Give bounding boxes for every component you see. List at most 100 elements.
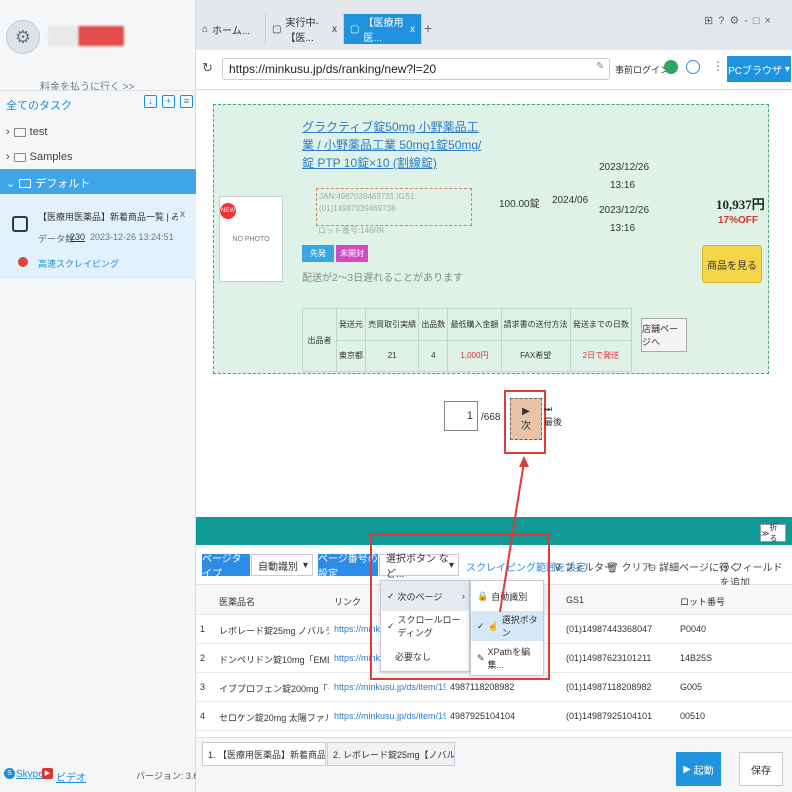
seller-header: 最低購入金額 — [447, 308, 502, 341]
page-total: /668 — [481, 412, 501, 423]
column-header[interactable]: ロット番号 — [680, 595, 725, 608]
all-tasks-heading[interactable]: 全てのタスク — [6, 97, 72, 113]
see-product-button[interactable]: 商品を見る — [702, 245, 762, 283]
menu-highlight-frame — [370, 534, 550, 680]
seller-value: FAX希望 — [500, 339, 571, 372]
column-header[interactable]: 医薬品名 — [219, 595, 255, 608]
pc-browser-button[interactable]: PCブラウザ ▾ — [727, 56, 791, 82]
cell-lot[interactable]: 14B25S — [680, 653, 712, 663]
bottom-tab-2[interactable]: 2. レボレード錠25mg【ノバルティ... — [327, 742, 455, 766]
listed-date: 2023/12/26 — [599, 162, 650, 173]
home-icon: ⌂ — [202, 23, 209, 35]
speed-icon — [18, 257, 28, 267]
document-icon: ▢ — [272, 23, 282, 35]
seller-value: 2日で発送 — [569, 339, 633, 372]
skype-link[interactable]: Skype — [16, 769, 44, 780]
page-type-label: ページタイプ — [202, 554, 250, 580]
cell-gs1[interactable]: (01)14987925104101 — [566, 711, 652, 721]
cell-name[interactable]: レボレード錠25mg ノバルティス... — [219, 624, 329, 637]
sidebar-item-test[interactable]: › test — [6, 126, 47, 138]
tag-original: 先発 — [302, 245, 334, 262]
cell-lot[interactable]: P0040 — [680, 624, 706, 634]
seller-header: 発送元 — [335, 308, 367, 341]
store-page-button[interactable]: 店舗ページへ — [641, 318, 687, 352]
seller-header: 請求書の送付方法 — [500, 308, 571, 341]
sidebar-item-samples[interactable]: › Samples — [6, 151, 72, 163]
skype-icon[interactable]: S — [4, 768, 15, 779]
save-button[interactable]: 保存 — [739, 752, 783, 786]
last-arrow-icon: ⏭ — [544, 404, 553, 414]
clear-button[interactable]: 🗑 クリア — [606, 559, 651, 574]
folder-icon — [19, 178, 32, 188]
fold-button[interactable]: ≫ 折る — [760, 523, 786, 543]
cell-gs1[interactable]: (01)14987443368047 — [566, 624, 652, 634]
more-menu-icon[interactable]: ⋮ — [712, 59, 724, 73]
tab-running[interactable]: ▢ 実行中-【医... x — [266, 14, 344, 44]
page-number-input[interactable]: 1 — [444, 401, 478, 431]
filter-button[interactable]: ⊽ フィルター — [554, 559, 614, 574]
cell-name[interactable]: イブプロフェン錠200mg「タイヨ... — [219, 682, 329, 695]
close-icon[interactable]: x — [332, 24, 337, 35]
seller-value: 1,000円 — [447, 339, 502, 372]
new-tab-icon[interactable]: + — [424, 20, 432, 36]
window-controls[interactable]: ⊞?⚙-□× — [704, 14, 776, 27]
detail-icon: ⊝ — [648, 563, 657, 574]
column-header[interactable]: GS1 — [566, 595, 584, 605]
sidebar-item-default-label[interactable]: ⌄ デフォルト — [6, 175, 90, 191]
folder-icon — [13, 152, 26, 162]
cell-link[interactable]: https://minkusu.jp/ds/item/1969644 — [334, 682, 446, 692]
jan-code: JAN:4987039469731 /GS1:(01)1498703946973… — [316, 188, 472, 226]
edit-icon[interactable]: ✎ — [596, 61, 604, 72]
new-task-icon[interactable]: ≡ — [180, 95, 193, 108]
expiry-date: 2024/06 — [552, 195, 589, 206]
cell-link[interactable]: https://minkusu.jp/ds/item/1969643 — [334, 711, 446, 721]
start-button[interactable]: ▶ 起動 — [676, 752, 721, 786]
cell-gs1[interactable]: (01)14987623101211 — [566, 653, 651, 663]
row-number: 3 — [200, 682, 206, 692]
cell-lot[interactable]: G005 — [680, 682, 702, 692]
seller-header: 出品数 — [418, 308, 449, 341]
cell-gs1[interactable]: (01)14987118208982 — [566, 682, 651, 692]
extension-icon-2[interactable] — [686, 60, 700, 74]
user-avatar[interactable]: ⚙ — [6, 20, 40, 54]
close-icon[interactable]: x — [180, 209, 185, 220]
cell-lot[interactable]: 00510 — [680, 711, 705, 721]
scraping-mode[interactable]: 高速スクレイピング — [38, 257, 119, 270]
data-count[interactable]: 230 — [70, 232, 85, 242]
refresh-icon[interactable]: ↻ — [202, 60, 213, 76]
import-icon[interactable]: ↓ — [144, 95, 157, 108]
play-icon: ▶ — [683, 763, 694, 775]
tab-home[interactable]: ⌂ ホーム... — [196, 14, 266, 44]
seller-value: 4 — [418, 339, 449, 372]
tab-medical[interactable]: ▢ 【医療用医... x — [344, 14, 422, 44]
seller-table: 出品者 発送元 売買取引実績 出品数 最低購入金額 請求書の送付方法 発送までの… — [302, 308, 633, 372]
product-title-link[interactable]: グラクティブ錠50mg 小野薬品工業 / 小野薬品工業 50mg1錠50mg/錠… — [302, 118, 488, 172]
seller-value: 21 — [365, 339, 420, 372]
prelogin-button[interactable]: 事前ログイン — [615, 63, 669, 76]
username-blurred — [48, 26, 124, 46]
row-number: 4 — [200, 711, 206, 721]
page-number-label: ページ番号の設定 — [318, 554, 378, 580]
discount: 17%OFF — [718, 215, 759, 226]
next-highlight-frame — [504, 390, 546, 454]
extension-icon[interactable] — [664, 60, 678, 74]
video-link[interactable]: ビデオ — [56, 769, 86, 784]
column-header[interactable]: リンク — [334, 595, 361, 608]
cell-name[interactable]: ドンペリドン錠10mg「EMEC」サ... — [219, 653, 329, 666]
page-type-select[interactable]: 自動識別 ▾ — [251, 554, 313, 576]
new-folder-icon[interactable]: + — [162, 95, 175, 108]
task-timestamp: 2023-12-26 13:24:51 — [90, 232, 174, 242]
close-icon[interactable]: x — [410, 24, 415, 35]
bottom-tab-1[interactable]: 1. 【医療用医薬品】新着商品一覧|... — [202, 742, 326, 766]
shipping-note: 配送が2～3日遅れることがあります — [302, 273, 464, 284]
cell-name[interactable]: セロケン錠20mg 太陽ファルマ/太... — [219, 711, 329, 724]
task-title[interactable]: 【医療用医薬品】新着商品一覧 | みんなのお... — [38, 210, 178, 223]
listed-time: 13:16 — [610, 180, 636, 191]
cell-jan[interactable]: 4987925104104 — [450, 711, 515, 721]
divider — [0, 90, 196, 91]
chevron-right-icon: › — [6, 151, 10, 163]
last-page-button[interactable]: ⏭ 最後 — [544, 404, 562, 428]
url-input[interactable]: https://minkusu.jp/ds/ranking/new?l=20 — [222, 58, 610, 80]
cell-jan[interactable]: 4987118208982 — [450, 682, 514, 692]
video-icon[interactable]: ▶ — [42, 768, 53, 779]
